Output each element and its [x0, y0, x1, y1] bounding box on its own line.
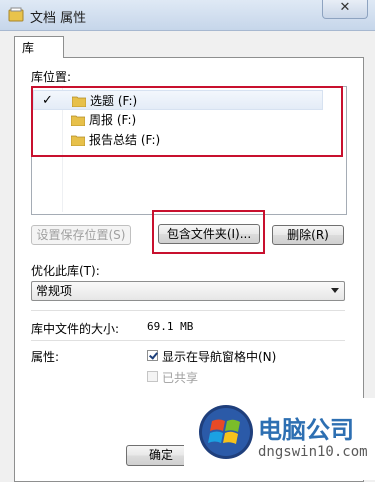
tab-library[interactable]: 库 — [14, 36, 64, 58]
library-locations-label: 库位置: — [31, 70, 72, 84]
close-icon: ✕ — [339, 0, 351, 15]
size-label: 库中文件的大小: — [31, 322, 120, 336]
window-title: 文档 属性 — [30, 11, 87, 26]
size-value: 69.1 MB — [147, 320, 194, 333]
chevron-down-icon — [331, 288, 339, 293]
shared-checkbox[interactable] — [147, 371, 158, 382]
highlight-box-include — [152, 210, 265, 254]
windows-logo-icon — [199, 405, 253, 459]
set-save-location-button[interactable]: 设置保存位置(S) — [31, 225, 131, 245]
remove-button[interactable]: 删除(R) — [272, 225, 344, 245]
library-icon — [8, 7, 24, 22]
attributes-label: 属性: — [31, 350, 60, 364]
watermark-text: 电脑公司 — [258, 416, 354, 444]
tab-library-label: 库 — [22, 41, 35, 55]
close-button[interactable]: ✕ — [322, 0, 368, 19]
highlight-box-list — [31, 86, 343, 157]
watermark-url: dngswin10.com — [258, 444, 368, 460]
optimize-label: 优化此库(T): — [31, 264, 100, 278]
divider — [31, 340, 345, 341]
title-bar: 文档 属性 ✕ — [0, 0, 375, 31]
optimize-value: 常规项 — [36, 284, 73, 298]
optimize-select[interactable]: 常规项 — [31, 281, 345, 301]
show-in-nav-label[interactable]: 显示在导航窗格中(N) — [162, 348, 276, 365]
divider — [31, 310, 345, 311]
shared-label: 已共享 — [162, 371, 199, 385]
show-in-nav-checkbox[interactable] — [147, 350, 158, 361]
